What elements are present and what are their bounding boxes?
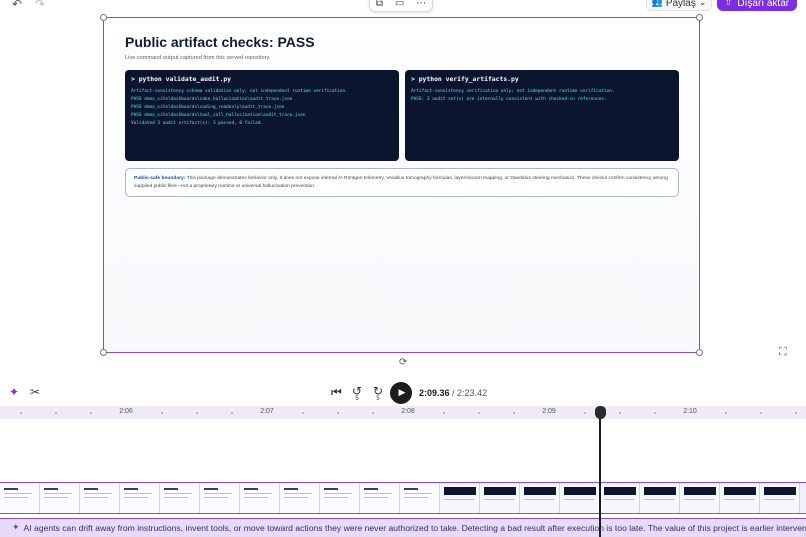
ruler-tick bbox=[619, 412, 621, 414]
upload-icon: ⇧ bbox=[724, 0, 733, 8]
terminal-command: > python verify_artifacts.py bbox=[411, 75, 519, 83]
slide-subtitle: Live command output captured from this s… bbox=[125, 55, 271, 61]
timecode: 2:09.36 / 2:23.42 bbox=[419, 388, 487, 398]
timeline-ruler[interactable]: 2:06 2:07 2:08 2:09 2:10 bbox=[0, 406, 806, 419]
share-button[interactable]: 👥 Paylaş ⌄ bbox=[646, 0, 712, 11]
ruler-tick bbox=[654, 412, 656, 414]
chevron-down-icon: ⌄ bbox=[698, 0, 707, 8]
ruler-tick bbox=[196, 412, 198, 414]
total-time: 2:23.42 bbox=[457, 388, 488, 398]
skip-to-start-icon: ⏮ bbox=[331, 385, 342, 399]
video-clip-track[interactable] bbox=[0, 482, 806, 514]
canvas-floating-toolbar: ⧉ ▭ ⋯ bbox=[369, 0, 433, 12]
clip-thumbnail[interactable] bbox=[440, 483, 480, 513]
playhead-handle[interactable] bbox=[595, 406, 606, 419]
ruler-tick bbox=[725, 412, 727, 414]
boundary-note-label: Public-safe boundary: bbox=[134, 176, 186, 181]
terminal-line: PASS demo_site\dashboards\cake_hallucina… bbox=[131, 97, 293, 102]
boundary-note-text: This package demonstrates behavior only.… bbox=[134, 176, 668, 189]
resize-handle-bottom-right[interactable] bbox=[696, 349, 703, 356]
undo-icon[interactable]: ↶ bbox=[12, 0, 22, 10]
skip-to-start-button[interactable]: ⏮ bbox=[331, 386, 342, 398]
ai-caption-icon: ✦ bbox=[12, 523, 20, 533]
ruler-tick bbox=[478, 412, 480, 414]
resize-handle-bottom-left[interactable] bbox=[100, 349, 107, 356]
clip-thumbnail[interactable] bbox=[560, 483, 600, 513]
more-options-icon[interactable]: ⋯ bbox=[416, 0, 426, 9]
terminal-line: Validated 3 audit artifact(s): 3 passed,… bbox=[131, 121, 264, 126]
export-label: Dışarı aktar bbox=[737, 0, 790, 9]
play-button[interactable]: ▶ bbox=[390, 382, 412, 404]
clip-thumbnail[interactable] bbox=[480, 483, 520, 513]
ruler-tick-label: 2:08 bbox=[401, 408, 415, 415]
ruler-tick bbox=[584, 412, 586, 414]
clip-thumbnail[interactable] bbox=[640, 483, 680, 513]
ruler-tick bbox=[161, 412, 163, 414]
terminal-line: PASS: 3 audit set(s) are internally cons… bbox=[411, 97, 607, 102]
current-time: 2:09.36 bbox=[419, 388, 450, 398]
terminal-line: PASS demo_site\dashboards\tool_call_hall… bbox=[131, 113, 306, 118]
time-separator: / bbox=[449, 388, 458, 398]
terminal-panel-verify: > python verify_artifacts.py Artifact-co… bbox=[405, 70, 679, 161]
resize-handle-top-right[interactable] bbox=[696, 14, 703, 21]
rewind-5-button[interactable]: ↺ 5 bbox=[352, 385, 362, 402]
clip-thumbnail[interactable] bbox=[680, 483, 720, 513]
ruler-tick bbox=[302, 412, 304, 414]
ruler-tick bbox=[90, 412, 92, 414]
split-scissors-icon[interactable]: ✂ bbox=[30, 385, 40, 399]
ruler-tick bbox=[337, 412, 339, 414]
ruler-tick bbox=[760, 412, 762, 414]
ruler-tick-label: 2:07 bbox=[260, 408, 274, 415]
clip-thumbnail[interactable] bbox=[80, 483, 120, 513]
playhead-line[interactable] bbox=[599, 412, 601, 537]
ruler-tick bbox=[513, 412, 515, 414]
terminal-line: Artifact-consistency schema validation o… bbox=[131, 89, 348, 94]
layout-icon[interactable]: ▭ bbox=[395, 0, 404, 9]
play-icon: ▶ bbox=[398, 388, 406, 398]
clip-thumbnail[interactable] bbox=[600, 483, 640, 513]
ruler-tick bbox=[20, 412, 22, 414]
forward-5-button[interactable]: ↻ 5 bbox=[373, 385, 383, 402]
caption-track[interactable]: ✦ AI agents can drift away from instruct… bbox=[0, 518, 806, 537]
people-icon: 👥 bbox=[651, 0, 663, 8]
clip-thumbnail[interactable] bbox=[400, 483, 440, 513]
resize-handle-top-left[interactable] bbox=[100, 14, 107, 21]
ruler-tick-label: 2:09 bbox=[542, 408, 556, 415]
slide-title: Public artifact checks: PASS bbox=[125, 34, 315, 50]
ruler-tick-label: 2:10 bbox=[683, 408, 697, 415]
clip-thumbnail[interactable] bbox=[720, 483, 760, 513]
clip-thumbnail[interactable] bbox=[240, 483, 280, 513]
terminal-line: Artifact-consistency verification only; … bbox=[411, 89, 615, 94]
export-button[interactable]: ⇧ Dışarı aktar bbox=[717, 0, 797, 11]
clip-thumbnail[interactable] bbox=[40, 483, 80, 513]
clip-thumbnail[interactable] bbox=[280, 483, 320, 513]
clip-thumbnail[interactable] bbox=[200, 483, 240, 513]
crop-icon[interactable]: ⧉ bbox=[376, 0, 383, 9]
clip-thumbnail[interactable] bbox=[0, 483, 40, 513]
clip-thumbnail[interactable] bbox=[120, 483, 160, 513]
top-bar: ↶ ↷ ⧉ ▭ ⋯ 👥 Paylaş ⌄ ⇧ Dışarı aktar bbox=[0, 0, 806, 12]
ruler-tick bbox=[443, 412, 445, 414]
ruler-tick bbox=[795, 412, 797, 414]
fit-to-screen-icon[interactable]: ⛶ bbox=[779, 345, 787, 359]
terminal-panel-validate: > python validate_audit.py Artifact-cons… bbox=[125, 70, 399, 161]
clip-thumbnail[interactable] bbox=[320, 483, 360, 513]
clip-thumbnail[interactable] bbox=[360, 483, 400, 513]
terminal-line: PASS demo_site\dashboards\coding_readonl… bbox=[131, 105, 285, 110]
ruler-tick-label: 2:06 bbox=[119, 408, 133, 415]
terminal-command: > python validate_audit.py bbox=[131, 75, 232, 83]
clip-thumbnail[interactable] bbox=[760, 483, 800, 513]
boundary-note: Public-safe boundary: This package demon… bbox=[125, 168, 679, 197]
ruler-tick bbox=[231, 412, 233, 414]
ruler-tick bbox=[372, 412, 374, 414]
caption-text: AI agents can drift away from instructio… bbox=[23, 523, 806, 533]
rotate-icon[interactable]: ⟳ bbox=[399, 357, 407, 368]
share-label: Paylaş bbox=[665, 0, 696, 9]
redo-icon[interactable]: ↷ bbox=[35, 0, 45, 10]
ai-sparkle-icon[interactable]: ✦ bbox=[9, 385, 19, 399]
clip-thumbnail[interactable] bbox=[160, 483, 200, 513]
video-canvas[interactable]: Public artifact checks: PASS Live comman… bbox=[100, 14, 703, 356]
clip-thumbnail[interactable] bbox=[520, 483, 560, 513]
ruler-tick bbox=[55, 412, 57, 414]
